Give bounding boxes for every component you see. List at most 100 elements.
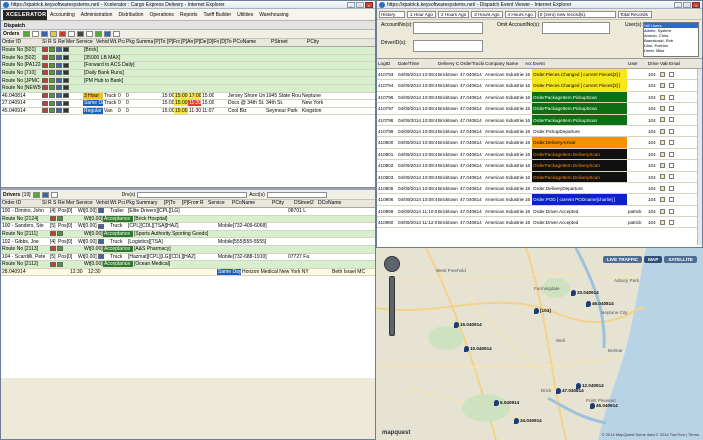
check-box[interactable]	[660, 83, 665, 89]
orders-col-header[interactable]: PStreet	[270, 39, 306, 46]
orders-col-header[interactable]: [P]Dep	[193, 39, 206, 46]
valid-checkbox[interactable]	[659, 151, 668, 157]
check-box[interactable]	[660, 140, 665, 146]
order-row[interactable]: 46.040814 3 Hour Truck 0 0 15:00 15:00 17:00 15:…	[1, 92, 375, 101]
orders-col-header[interactable]: Order ID	[1, 39, 41, 46]
events-col-header[interactable]: Valid	[659, 61, 668, 66]
menu-item-administration[interactable]: Administration	[78, 12, 116, 18]
event-row[interactable]: 410799 04/09/2014 10:08:45 Bricktown 47.040…	[377, 125, 702, 138]
history-3h-button[interactable]: 3 Hours Ago	[471, 10, 503, 18]
email-checkbox[interactable]	[668, 162, 680, 168]
map-marker[interactable]: 6.040914	[494, 400, 519, 406]
maximize-button[interactable]: □	[356, 1, 364, 8]
check-box[interactable]	[660, 162, 665, 168]
drivers-col-header[interactable]: Vehicle	[95, 200, 109, 207]
valid-checkbox[interactable]	[659, 174, 668, 180]
driver-row[interactable]: Route No [2112] Wt[0.00] Acceptance [Ocean …	[1, 261, 375, 269]
close-button[interactable]: ×	[692, 1, 700, 8]
check-box[interactable]	[660, 128, 665, 134]
map-live-traffic-button[interactable]: LIVE TRAFFIC	[602, 256, 643, 263]
events-col-header[interactable]: Date/Time	[397, 61, 437, 66]
history-4h-button[interactable]: 4 Hours Ago	[504, 10, 536, 18]
orders-col-header[interactable]: [P]From	[166, 39, 180, 46]
event-row[interactable]: 410797 04/09/2014 10:08:45 Bricktown 47.040…	[377, 103, 702, 115]
minimize-button[interactable]: –	[347, 1, 355, 8]
order-row[interactable]: 45.040914 Regular Van 0 0 15:00 15:00 11:30 11:0…	[1, 107, 375, 116]
menu-item-accounting[interactable]: Accounting	[47, 12, 78, 18]
menu-item-tariff-builder[interactable]: Tariff Builder	[200, 12, 234, 18]
order-row[interactable]: 27.040914Same DayTruck0015:0015:0011:201…	[1, 100, 375, 108]
driver-icons[interactable]	[97, 208, 109, 214]
print-icon[interactable]	[68, 31, 76, 37]
refresh-drivers-icon[interactable]	[41, 191, 49, 198]
email-checkbox[interactable]	[668, 197, 680, 203]
email-checkbox[interactable]	[668, 185, 680, 191]
event-row[interactable]: 410793 04/09/2014 10:08:45 Bricktown 47.040…	[377, 69, 702, 81]
order-row[interactable]: Route No [JPMC Ltt 2115] [PM Hub to Bank]	[1, 77, 375, 85]
check-box[interactable]	[669, 117, 674, 123]
check-box[interactable]	[660, 94, 665, 100]
events-col-header[interactable]: Acct	[524, 61, 532, 66]
driver-icons[interactable]	[49, 246, 83, 252]
map-marker[interactable]: 46.040814	[586, 301, 614, 307]
close-button[interactable]: ×	[365, 1, 373, 8]
map-pan-control[interactable]	[384, 256, 400, 272]
driver-row[interactable]: 104 - Scardilli, Pete [5] Pos[0] Wt[0.00] Tr…	[1, 253, 375, 262]
drivers-col-header[interactable]: Order ID	[1, 200, 41, 207]
events-col-header[interactable]: Event	[532, 61, 627, 66]
driver-icons[interactable]	[49, 261, 83, 267]
drivers-col-header[interactable]: DStreet2	[293, 200, 317, 207]
order-row[interactable]: Route No [501] [Brick]	[1, 47, 375, 55]
valid-checkbox[interactable]	[659, 94, 668, 100]
filter-icon[interactable]	[50, 31, 58, 37]
drivers-col-header[interactable]: Service	[75, 200, 95, 207]
check-box[interactable]	[669, 106, 674, 111]
event-row[interactable]: 410796 04/09/2014 10:08:45 Bricktown 47.040…	[377, 91, 702, 104]
drivers-col-header[interactable]: PCoName	[231, 200, 271, 207]
events-col-header[interactable]: Company Name	[484, 61, 524, 66]
map-map-button[interactable]: MAP	[644, 256, 663, 263]
valid-checkbox[interactable]	[659, 117, 668, 123]
valid-checkbox[interactable]	[659, 197, 668, 203]
add-driver-icon[interactable]	[32, 191, 40, 198]
acct-input[interactable]	[266, 191, 327, 198]
order-row[interactable]: Route No [710] [Daily Bank Runs]	[1, 69, 375, 78]
check-box[interactable]	[669, 83, 674, 89]
events-col-header[interactable]: Delivery Cit	[437, 61, 459, 66]
check-box[interactable]	[669, 128, 674, 134]
orders-col-header[interactable]: [P]To	[153, 39, 166, 46]
email-checkbox[interactable]	[668, 128, 680, 134]
events-scrollbar[interactable]	[697, 69, 702, 245]
events-col-header[interactable]: LogID	[377, 61, 397, 66]
order-row[interactable]: Route No [NEW56]	[1, 84, 375, 93]
order-status-icons[interactable]	[41, 62, 83, 68]
check-box[interactable]	[660, 151, 665, 157]
check-box[interactable]	[669, 151, 674, 157]
orders-col-header[interactable]: PCoName	[232, 39, 270, 46]
check-box[interactable]	[660, 174, 665, 180]
drivers-col-header[interactable]: Menu	[65, 200, 75, 207]
email-checkbox[interactable]	[668, 219, 680, 225]
drivers-col-header[interactable]: Wt.	[109, 200, 117, 207]
email-checkbox[interactable]	[668, 71, 680, 77]
driver-icons[interactable]	[49, 216, 83, 222]
check-box[interactable]	[669, 162, 674, 168]
check-box[interactable]	[660, 208, 665, 214]
valid-checkbox[interactable]	[659, 128, 668, 134]
orders-col-header[interactable]: [P]Arr	[180, 39, 193, 46]
email-checkbox[interactable]	[668, 208, 680, 214]
users-listbox[interactable]: *All Users Admin, System Amedo, Chris Baers…	[643, 22, 699, 57]
driver-row[interactable]: Route No [2111] Wt[0.00] Acceptance [Sports…	[1, 230, 375, 239]
valid-checkbox[interactable]	[659, 71, 668, 77]
menu-item-distribution[interactable]: Distribution	[115, 12, 146, 18]
check-box[interactable]	[669, 208, 674, 214]
order-row[interactable]: Route No [PA1224] [Forward to ACS Daily]	[1, 62, 375, 70]
order-status-icons[interactable]	[41, 100, 83, 106]
event-row[interactable]: 410800 04/09/2014 10:08:45 Bricktown 47.040…	[377, 137, 702, 149]
email-checkbox[interactable]	[668, 94, 680, 100]
map-icon[interactable]	[104, 31, 112, 37]
orders-col-header[interactable]: Service	[75, 39, 95, 46]
right-title-bar[interactable]: https://xpatrick.keysoftwaresystems.net/…	[377, 1, 702, 9]
email-checkbox[interactable]	[668, 140, 680, 146]
settings-icon[interactable]	[77, 31, 85, 37]
